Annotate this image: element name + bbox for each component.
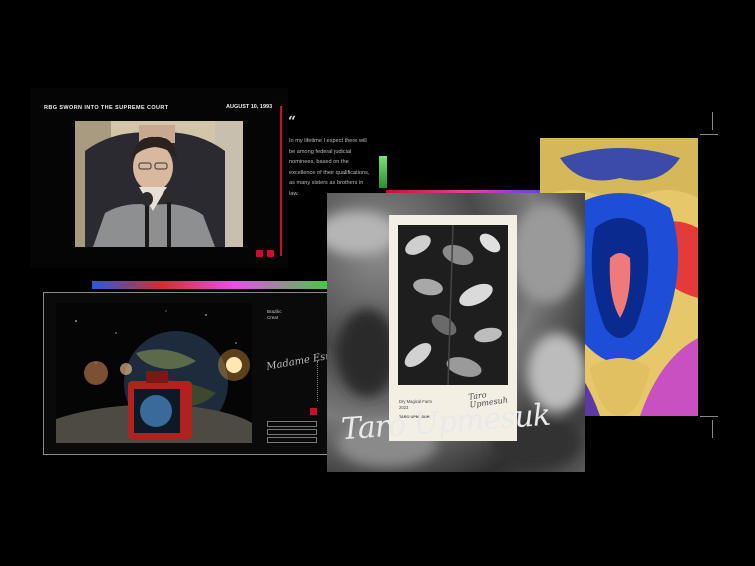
rbg-title: RBG SWORN INTO THE SUPREME COURT bbox=[44, 105, 169, 111]
space-scroll-indicator bbox=[310, 361, 318, 401]
rbg-photo-illustration bbox=[75, 121, 243, 247]
space-card[interactable]: Brazilic Creat Madame Esmin bbox=[43, 292, 331, 455]
prev-button[interactable] bbox=[256, 250, 263, 257]
canvas: { "rbg": { "title": "RBG SWORN INTO THE … bbox=[0, 0, 755, 566]
quote-text: In my lifetime I expect there will be am… bbox=[289, 138, 370, 197]
space-field-1[interactable] bbox=[267, 421, 317, 427]
space-action-button[interactable] bbox=[310, 408, 317, 415]
quote-icon: “ bbox=[288, 114, 297, 130]
abstract-tick-bottom bbox=[700, 416, 718, 417]
plant-card[interactable]: Dry Magical Farm 2023 Taro Upmesuh TARO … bbox=[327, 193, 585, 472]
abstract-tick-top bbox=[700, 134, 718, 135]
abstract-tick-top-v bbox=[712, 112, 713, 130]
plant-photo bbox=[398, 225, 508, 385]
space-illustration bbox=[56, 303, 252, 443]
abstract-tick-bottom-v bbox=[712, 420, 713, 438]
next-button[interactable] bbox=[267, 250, 274, 257]
space-signature: Madame Esmin bbox=[265, 348, 331, 373]
bottom-strip bbox=[92, 281, 327, 289]
rbg-date: AUGUST 10, 1993 bbox=[226, 104, 273, 110]
rbg-divider bbox=[280, 106, 282, 256]
rbg-photo[interactable] bbox=[75, 121, 243, 247]
space-field-3[interactable] bbox=[267, 437, 317, 443]
space-side-label: Brazilic Creat bbox=[267, 309, 282, 320]
green-strip bbox=[379, 156, 387, 188]
space-field-2[interactable] bbox=[267, 429, 317, 435]
rbg-card[interactable]: RBG SWORN INTO THE SUPREME COURT AUGUST … bbox=[30, 88, 288, 268]
